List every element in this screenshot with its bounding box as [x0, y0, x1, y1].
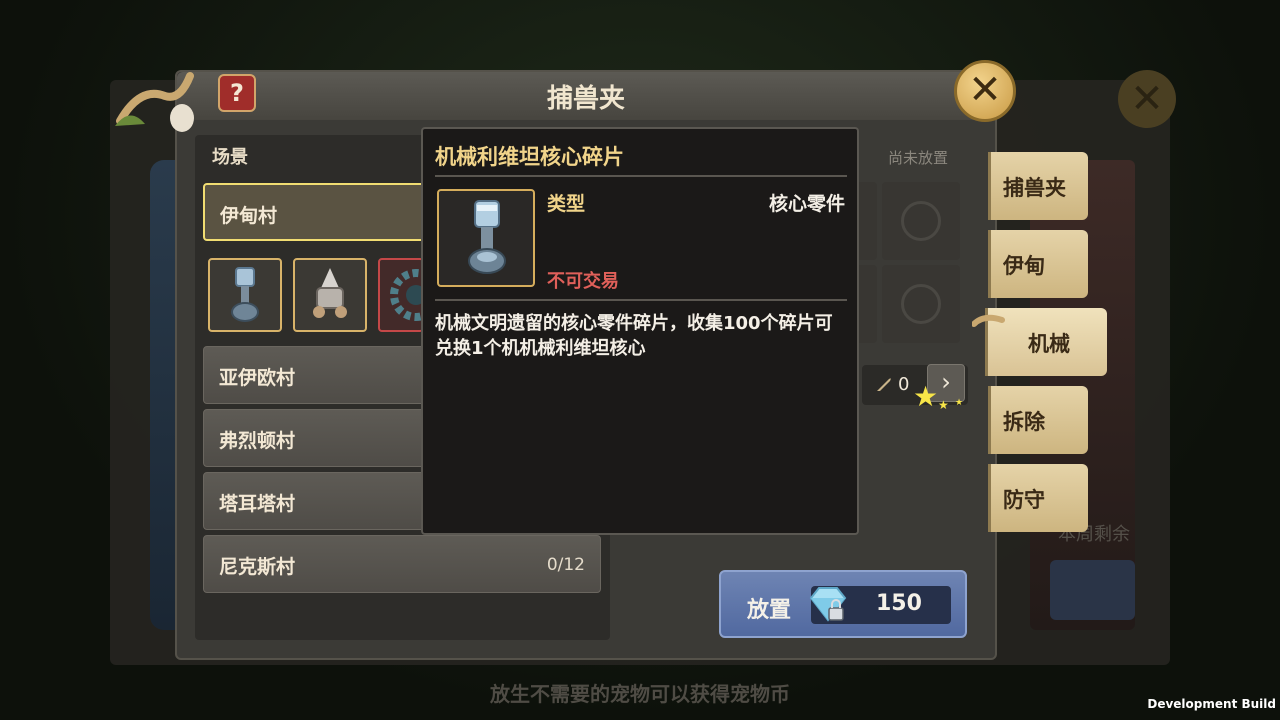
- village-count: 0/12: [546, 555, 585, 575]
- place-cost-value: 150: [876, 591, 922, 616]
- dialog-title: 捕兽夹: [546, 84, 625, 114]
- village-name: 塔耳塔村: [219, 493, 296, 515]
- locked-diamond-icon: [809, 587, 847, 622]
- tooltip-type-value: 核心零件: [768, 193, 845, 215]
- tooltip-item-frame: [437, 189, 535, 287]
- spike-part-icon: [313, 268, 347, 318]
- village-name: 尼克斯村: [219, 556, 296, 578]
- tab-label: 伊甸: [1003, 254, 1045, 278]
- scene-label: 场景: [212, 147, 248, 168]
- gear-icon: [390, 269, 442, 321]
- close-button[interactable]: ✕: [954, 60, 1016, 122]
- item-slot-core-fragment[interactable]: [208, 258, 282, 332]
- tab-label: 捕兽夹: [1003, 176, 1066, 200]
- village-item-nyx[interactable]: 尼克斯村 0/12: [203, 535, 601, 593]
- tooltip-divider: [435, 299, 847, 301]
- place-button-label: 放置: [747, 598, 792, 623]
- village-name: 亚伊欧村: [219, 367, 296, 389]
- tab-label: 防守: [1003, 488, 1045, 512]
- empty-slot-emblem-icon: [901, 284, 941, 324]
- branch-decoration-icon: [972, 314, 1005, 327]
- vine-decoration-icon: [115, 72, 194, 132]
- bottom-hint: 放生不需要的宠物可以获得宠物币: [490, 682, 790, 706]
- tab-label: 机械: [1028, 332, 1070, 356]
- sparkle-icon: ★: [913, 380, 939, 413]
- tab-dismantle[interactable]: 拆除: [988, 386, 1088, 454]
- help-button[interactable]: ?: [218, 74, 256, 112]
- trap-slot[interactable]: [882, 265, 960, 343]
- tab-trap[interactable]: 捕兽夹: [988, 152, 1088, 220]
- sparkle-icon: ★: [955, 398, 964, 408]
- item-tooltip: 机械利维坦核心碎片 类型 核心零件 不可交易 机械文明遗留的核心零件碎片，收集1…: [421, 127, 859, 535]
- tooltip-type-label: 类型: [547, 193, 586, 215]
- tooltip-divider: [435, 175, 847, 177]
- core-fragment-icon: [231, 267, 259, 322]
- empty-slot-emblem-icon: [901, 201, 941, 241]
- item-slot-gear[interactable]: [378, 258, 442, 332]
- tab-label: 拆除: [1003, 410, 1045, 434]
- sparkle-icon: ★: [938, 398, 949, 412]
- development-build-label: Development Build: [1147, 697, 1276, 711]
- placement-status: 尚未放置: [888, 149, 949, 167]
- tab-defense[interactable]: 防守: [988, 464, 1088, 532]
- tooltip-title: 机械利维坦核心碎片: [435, 145, 624, 169]
- background-close-icon: ✕: [1118, 70, 1176, 128]
- feather-icon: [877, 378, 891, 391]
- core-fragment-icon: [468, 200, 506, 274]
- trap-count-value: 0: [898, 374, 910, 395]
- tooltip-tradable-status: 不可交易: [547, 271, 619, 292]
- background-right-button: [1050, 560, 1135, 620]
- village-name: 弗烈顿村: [219, 430, 296, 452]
- title-bar: 捕兽夹: [177, 72, 995, 120]
- tooltip-description: 机械文明遗留的核心零件碎片，收集100个碎片可兑换1个机机械利维坦核心: [435, 313, 833, 359]
- place-button[interactable]: 放置 150: [719, 570, 967, 638]
- tab-eden[interactable]: 伊甸: [988, 230, 1088, 298]
- village-name: 伊甸村: [220, 205, 278, 227]
- trap-slot[interactable]: [882, 182, 960, 260]
- item-slot-spike-part[interactable]: [293, 258, 367, 332]
